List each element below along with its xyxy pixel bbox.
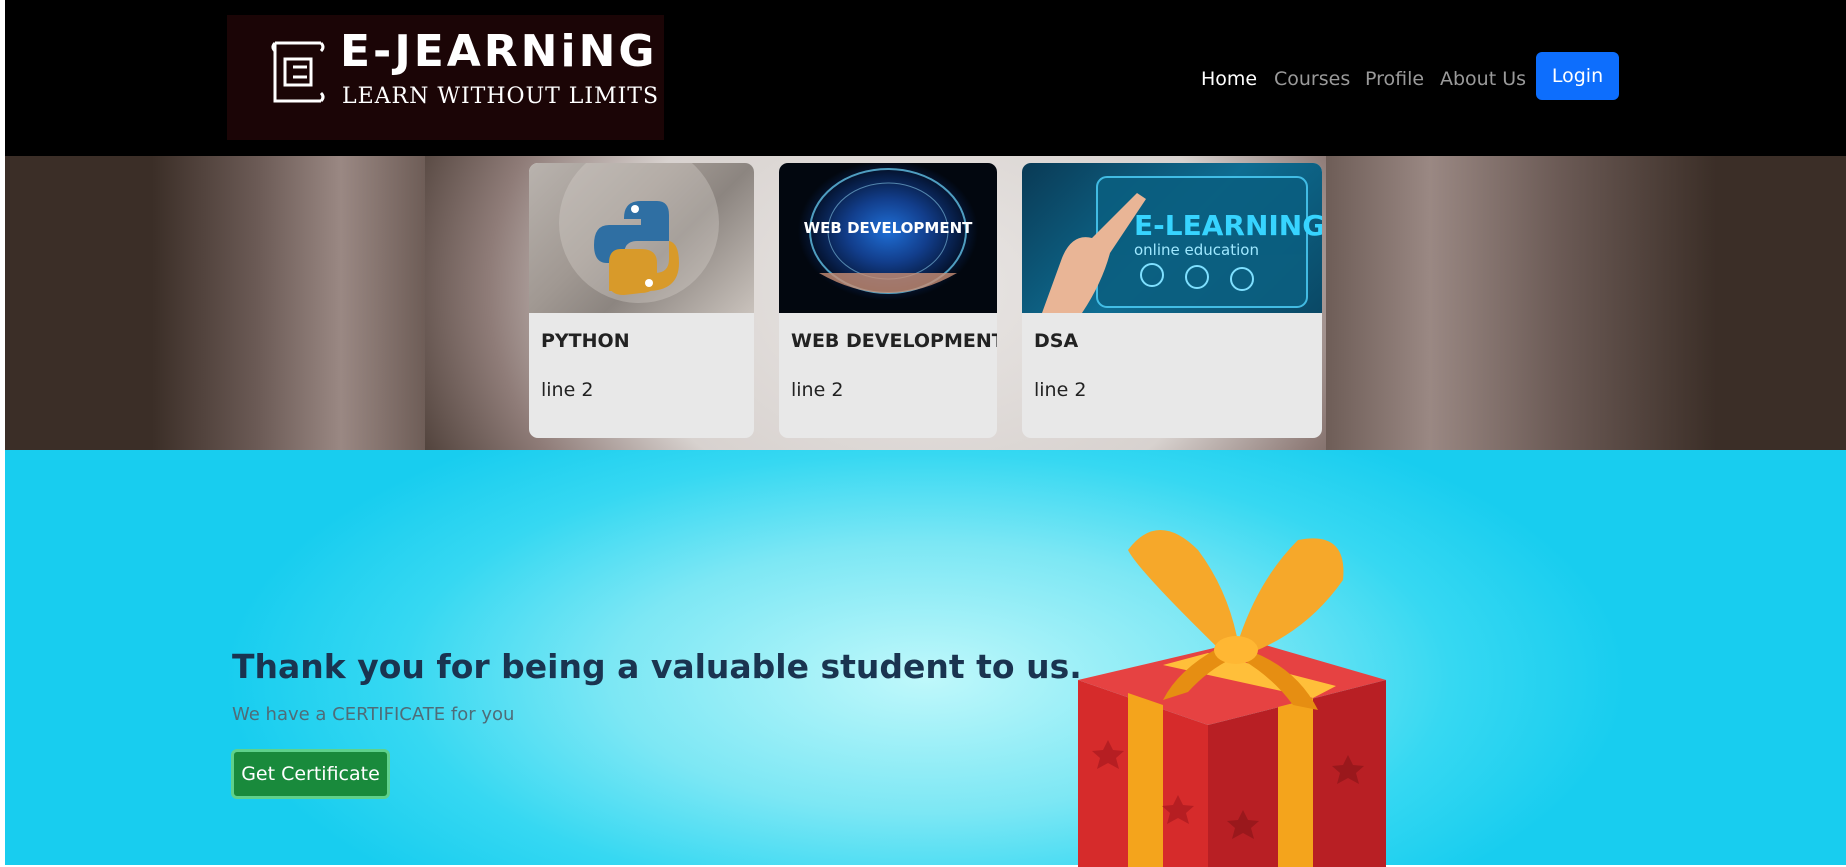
web-development-globe-image: WEB DEVELOPMENT [779, 163, 997, 313]
course-card-web-development[interactable]: WEB DEVELOPMENT WEB DEVELOPMENT line 2 [779, 163, 997, 438]
dsa-image-caption-1: E-LEARNING [1134, 209, 1322, 242]
hero-subtitle: We have a CERTIFICATE for you [232, 704, 515, 725]
get-certificate-button[interactable]: Get Certificate [231, 749, 390, 799]
globe-icon: WEB DEVELOPMENT [804, 168, 973, 294]
course-title-web-development: WEB DEVELOPMENT [791, 330, 997, 352]
hero-title: Thank you for being a valuable student t… [232, 647, 1082, 686]
e-learning-screen-icon: E-LEARNING online education [1042, 176, 1322, 313]
login-button[interactable]: Login [1536, 52, 1619, 100]
nav-profile-link[interactable]: Profile [1365, 68, 1424, 90]
python-logo-image [529, 163, 754, 313]
nav-courses-link[interactable]: Courses [1274, 68, 1350, 90]
course-card-python[interactable]: PYTHON line 2 [529, 163, 754, 438]
gift-box-icon [1078, 530, 1386, 867]
course-title-python: PYTHON [541, 330, 630, 352]
course-line-python: line 2 [541, 379, 594, 401]
nav-about-us-link[interactable]: About Us [1440, 68, 1526, 90]
dsa-image-caption-2: online education [1134, 241, 1259, 259]
web-image-caption: WEB DEVELOPMENT [804, 219, 973, 237]
course-line-web-development: line 2 [791, 379, 844, 401]
python-logo-icon [559, 163, 719, 303]
course-title-dsa: DSA [1034, 330, 1079, 352]
e-learning-online-education-image: E-LEARNING online education [1022, 163, 1322, 313]
course-line-dsa: line 2 [1034, 379, 1087, 401]
course-card-dsa[interactable]: E-LEARNING online education DSA line 2 [1022, 163, 1322, 438]
nav-home-link[interactable]: Home [1201, 68, 1257, 90]
